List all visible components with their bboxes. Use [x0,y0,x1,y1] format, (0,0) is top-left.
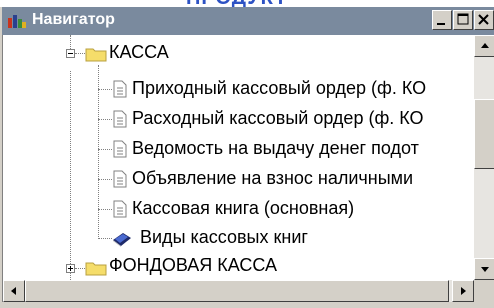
tree-item-label: Приходный кассовый ордер (ф. КО [132,78,427,98]
tree-node-kassa[interactable]: КАССА [3,42,475,75]
collapse-toggle[interactable] [66,49,75,58]
vertical-scrollbar[interactable] [474,35,494,280]
maximize-button[interactable] [453,10,473,30]
close-icon [478,14,489,25]
tree-item-label: Кассовая книга (основная) [132,198,355,218]
tree-item-document[interactable]: Расходный кассовый ордер (ф. КО [3,106,475,136]
tree-item-label: Расходный кассовый ордер (ф. КО [132,108,424,128]
tree-node-label: КАССА [109,42,169,62]
scroll-left-button[interactable] [3,280,25,302]
book-icon [113,233,131,247]
close-button[interactable] [474,10,494,30]
tree-item-label: Виды кассовых книг [140,227,308,247]
maximize-icon [457,13,469,25]
horizontal-scrollbar[interactable] [2,280,475,302]
arrow-right-icon [461,287,466,295]
vertical-scroll-thumb[interactable] [474,99,494,169]
tree-node-fond[interactable]: ФОНДОВАЯ КАССА [3,255,475,280]
arrow-left-icon [11,287,16,295]
arrow-up-icon [481,43,489,48]
document-icon [113,110,127,128]
tree-item-document[interactable]: Объявление на взнос наличными [3,166,475,196]
tree-line [75,53,85,54]
tree-item-label: Ведомость на выдачу денег подот [132,138,419,158]
minimize-icon [437,23,445,25]
expand-toggle[interactable] [66,264,75,273]
document-icon [113,80,127,98]
scroll-right-button[interactable] [452,280,474,302]
app-icon [8,15,26,28]
tree-item-label: Объявление на взнос наличными [132,168,414,188]
scrollbar-corner [474,280,494,302]
tree-node-label: ФОНДОВАЯ КАССА [109,255,277,275]
titlebar[interactable]: Навигатор [2,7,494,35]
tree-view[interactable]: КАССА Приходный кассовый ордер (ф. КО Ра… [2,35,475,280]
folder-icon [85,262,107,276]
folder-icon [85,48,107,62]
window-title: Навигатор [32,11,115,28]
minimize-button[interactable] [432,10,452,30]
window-bottom-edge [2,302,494,308]
navigator-window: Навигатор КАССА Приходный кассовый ордер… [0,7,494,308]
arrow-down-icon [481,267,489,272]
tree-item-document[interactable]: Приходный кассовый ордер (ф. КО [3,76,475,106]
document-icon [113,140,127,158]
scroll-down-button[interactable] [474,258,494,280]
tree-item-document[interactable]: Ведомость на выдачу денег подот [3,136,475,166]
horizontal-scroll-thumb[interactable] [25,280,449,302]
tree-item-document[interactable]: Кассовая книга (основная) [3,196,475,226]
tree-item-kinds[interactable]: Виды кассовых книг [3,225,475,255]
document-icon [113,200,127,218]
scroll-up-button[interactable] [474,35,494,57]
document-icon [113,170,127,188]
